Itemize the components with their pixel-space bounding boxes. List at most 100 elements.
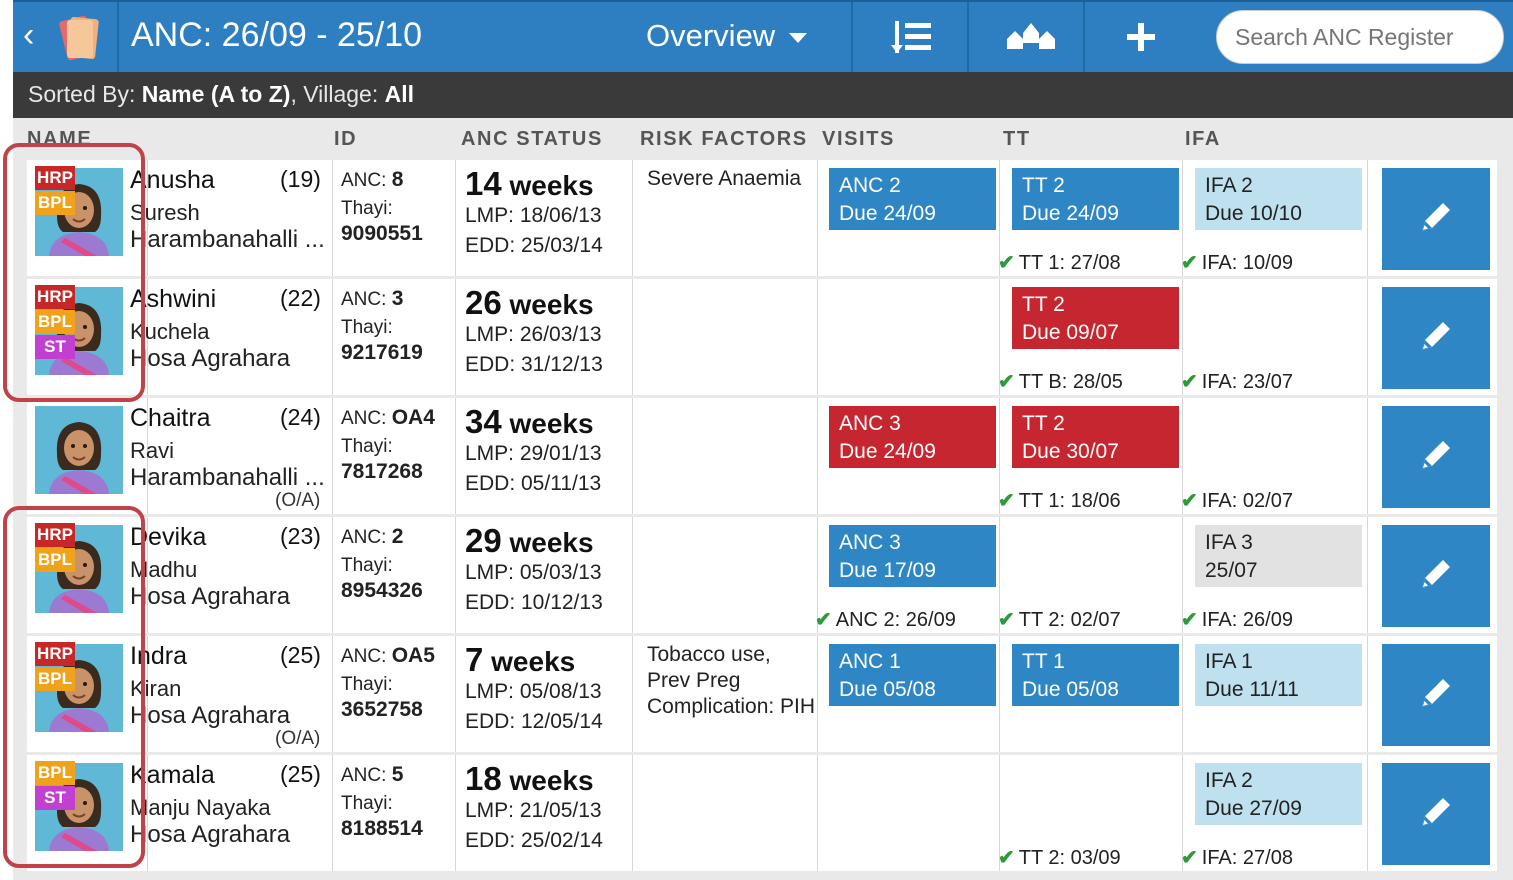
ifa-due-box[interactable]: IFA 2 Due 10/10: [1195, 168, 1362, 230]
tt-completed-text: TT B: 28/05: [1018, 371, 1123, 393]
ifa-due-date: Due 27/09: [1205, 797, 1302, 820]
add-button[interactable]: [1089, 2, 1193, 72]
col-tt[interactable]: TT: [1003, 128, 1031, 151]
column-divider: [632, 636, 633, 752]
tt-due-box[interactable]: TT 2 Due 09/07: [1012, 287, 1179, 349]
column-divider: [632, 755, 633, 871]
column-divider: [1367, 160, 1368, 276]
tt-due-box[interactable]: TT 1 Due 05/08: [1012, 644, 1179, 706]
tt-completed: ✔ TT 1: 18/06: [998, 488, 1121, 513]
column-divider: [1367, 517, 1368, 633]
search-input[interactable]: [1216, 10, 1504, 64]
chevron-left-icon[interactable]: ‹: [23, 18, 47, 52]
weeks-unit: weeks: [501, 527, 594, 558]
check-icon: ✔: [998, 252, 1015, 274]
col-risk-factors[interactable]: RISK FACTORS: [640, 128, 808, 151]
pencil-icon: [1416, 554, 1456, 599]
thayi-label: Thayi:: [341, 674, 393, 695]
col-ifa[interactable]: IFA: [1185, 128, 1221, 151]
view-dropdown-label: Overview: [646, 18, 776, 53]
lmp-date: LMP: 05/08/13: [465, 680, 602, 703]
risk-factors: Severe Anaemia: [647, 167, 802, 190]
sort-prefix: Sorted By:: [28, 81, 136, 107]
visit-due-box[interactable]: ANC 3 Due 24/09: [829, 406, 996, 468]
edit-button[interactable]: [1382, 287, 1490, 389]
patient-age: (24): [280, 404, 321, 430]
column-divider: [332, 636, 333, 752]
anc-label: ANC:: [341, 765, 387, 786]
visit-due-box[interactable]: ANC 1 Due 05/08: [829, 644, 996, 706]
edit-button[interactable]: [1382, 406, 1490, 508]
ifa-due-box[interactable]: IFA 1 Due 11/11: [1195, 644, 1362, 706]
col-visits[interactable]: VISITS: [822, 128, 895, 151]
tt-due-title: TT 2: [1022, 412, 1065, 435]
col-anc-status[interactable]: ANC STATUS: [461, 128, 603, 151]
gestation-weeks: 26 weeks: [465, 284, 594, 322]
patient-age: (19): [280, 166, 321, 192]
visit-due-date: Due 05/08: [839, 678, 936, 701]
table-row: BPL ST Kamala (25) Manju Nayaka Hosa Agrahara…: [27, 755, 1497, 871]
register-book-icon: [59, 15, 99, 61]
village-name: Harambanahalli ...: [130, 226, 325, 253]
thayi-number: 9090551: [341, 222, 423, 245]
col-id[interactable]: ID: [334, 128, 357, 151]
edit-button[interactable]: [1382, 644, 1490, 746]
edd-date: EDD: 05/11/13: [465, 472, 602, 495]
edit-button[interactable]: [1382, 168, 1490, 270]
column-divider: [817, 636, 818, 752]
anc-number: OA4: [391, 406, 435, 429]
tt-completed: ✔ TT B: 28/05: [998, 369, 1123, 394]
tt-due-date: Due 24/09: [1022, 202, 1119, 225]
table-row: HRP BPL Devika (23) Madhu Hosa Agrahara ANC: 2…: [27, 517, 1497, 633]
tt-due-box[interactable]: TT 2 Due 24/09: [1012, 168, 1179, 230]
gestation-weeks: 7 weeks: [465, 641, 575, 679]
anc-id: ANC: OA4: [341, 406, 435, 430]
table-header: NAME ID ANC STATUS RISK FACTORS VISITS T…: [13, 118, 1513, 160]
thayi-label: Thayi:: [341, 555, 393, 576]
pencil-icon: [1416, 673, 1456, 718]
village-name: Hosa Agrahara: [130, 821, 291, 848]
thayi-label: Thayi:: [341, 317, 393, 338]
tt-due-box[interactable]: TT 2 Due 30/07: [1012, 406, 1179, 468]
tt-completed-text: TT 1: 18/06: [1018, 490, 1121, 512]
anc-label: ANC:: [341, 527, 387, 548]
ifa-due-title: IFA 3: [1205, 531, 1253, 554]
column-divider: [455, 279, 456, 395]
divider: [851, 2, 853, 72]
column-divider: [455, 398, 456, 514]
check-icon: ✔: [998, 371, 1015, 393]
weeks-unit: weeks: [501, 170, 594, 201]
tt-due-date: Due 09/07: [1022, 321, 1119, 344]
column-divider: [455, 755, 456, 871]
edit-button[interactable]: [1382, 763, 1490, 865]
column-divider: [332, 160, 333, 276]
view-dropdown[interactable]: Overview: [646, 18, 808, 54]
column-divider: [999, 636, 1000, 752]
ifa-due-box[interactable]: IFA 3 25/07: [1195, 525, 1362, 587]
weeks-unit: weeks: [483, 646, 576, 677]
plus-icon: [1127, 23, 1155, 51]
anc-register-table: HRP BPL Anusha (19) Suresh Harambanahalli ...…: [13, 160, 1513, 880]
visit-completed-text: ANC 2: 26/09: [835, 609, 956, 631]
visit-due-date: Due 24/09: [839, 202, 936, 225]
patient-age: (25): [280, 642, 321, 668]
sort-button[interactable]: [863, 2, 967, 72]
ifa-due-date: Due 10/10: [1205, 202, 1302, 225]
table-row: HRP BPL Indra (25) Kiran Hosa Agrahara (O/A) AN…: [27, 636, 1497, 752]
check-icon: ✔: [998, 609, 1015, 631]
visit-due-box[interactable]: ANC 2 Due 24/09: [829, 168, 996, 230]
tt-due-date: Due 30/07: [1022, 440, 1119, 463]
edd-date: EDD: 10/12/13: [465, 591, 603, 614]
weeks-value: 14: [465, 165, 502, 202]
check-icon: ✔: [1181, 252, 1198, 274]
weeks-unit: weeks: [501, 408, 594, 439]
anc-id: ANC: 5: [341, 763, 403, 787]
weeks-value: 29: [465, 522, 502, 559]
village-filter-button[interactable]: [979, 2, 1083, 72]
tt-completed-text: TT 2: 03/09: [1018, 847, 1121, 869]
anc-id: ANC: 3: [341, 287, 403, 311]
edit-button[interactable]: [1382, 525, 1490, 627]
weeks-value: 34: [465, 403, 502, 440]
ifa-due-box[interactable]: IFA 2 Due 27/09: [1195, 763, 1362, 825]
visit-due-box[interactable]: ANC 3 Due 17/09: [829, 525, 996, 587]
